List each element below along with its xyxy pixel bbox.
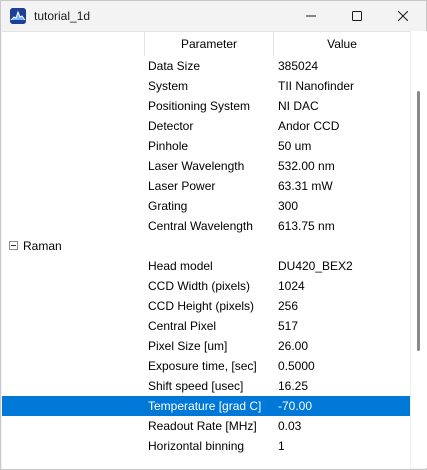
param-value: Andor CCD: [278, 119, 340, 133]
param-value: 0.03: [278, 419, 302, 433]
table-row[interactable]: CCD Height (pixels) 256: [2, 296, 410, 316]
param-name: System: [148, 79, 189, 93]
table-row[interactable]: Laser Wavelength 532.00 nm: [2, 156, 410, 176]
table-row[interactable]: Central Wavelength 613.75 nm: [2, 216, 410, 236]
param-value: 63.31 mW: [278, 179, 333, 193]
table-row[interactable]: Exposure time, [sec] 0.5000: [2, 356, 410, 376]
param-value: 1: [278, 439, 285, 453]
table-row[interactable]: Shift speed [usec] 16.25: [2, 376, 410, 396]
table-row[interactable]: System TII Nanofinder: [2, 76, 410, 96]
param-value: NI DAC: [278, 99, 319, 113]
vertical-scrollbar[interactable]: [410, 31, 427, 468]
param-name: Readout Rate [MHz]: [148, 419, 257, 433]
table-row[interactable]: Positioning System NI DAC: [2, 96, 410, 116]
table-row-selected[interactable]: Temperature [grad C] -70.00: [2, 396, 410, 416]
table-row[interactable]: Horizontal binning 1: [2, 436, 410, 456]
param-value: 532.00 nm: [278, 159, 335, 173]
param-value: TII Nanofinder: [278, 79, 355, 93]
table-row[interactable]: Pixel Size [um] 26.00: [2, 336, 410, 356]
table-row[interactable]: CCD Width (pixels) 1024: [2, 276, 410, 296]
table-row[interactable]: Grating 300: [2, 196, 410, 216]
column-header: Parameter Value: [2, 32, 410, 56]
table-row[interactable]: Head model DU420_BEX2: [2, 256, 410, 276]
param-name: Central Pixel: [148, 319, 217, 333]
param-value: 0.5000: [278, 359, 315, 373]
table-row[interactable]: Central Pixel 517: [2, 316, 410, 336]
title-bar[interactable]: tutorial_1d: [1, 1, 426, 31]
param-name: Central Wavelength: [148, 219, 253, 233]
header-parameter[interactable]: Parameter: [144, 32, 273, 56]
param-value: 385024: [278, 59, 319, 73]
app-logo-icon: [10, 8, 26, 24]
param-name: Shift speed [usec]: [148, 379, 244, 393]
param-name: Data Size: [148, 59, 201, 73]
group-label: Raman: [23, 239, 62, 253]
maximize-icon: [352, 11, 362, 21]
param-value: 256: [278, 299, 299, 313]
param-name: Laser Power: [148, 179, 216, 193]
table-row[interactable]: Laser Power 63.31 mW: [2, 176, 410, 196]
group-row-raman[interactable]: Raman: [2, 236, 410, 256]
property-tree[interactable]: Parameter Value Data Size 385024 System …: [2, 31, 410, 469]
param-name: Pixel Size [um]: [148, 339, 228, 353]
param-value: 300: [278, 199, 299, 213]
table-row[interactable]: Detector Andor CCD: [2, 116, 410, 136]
param-value: 1024: [278, 279, 305, 293]
param-name: CCD Height (pixels): [148, 299, 255, 313]
param-name: Temperature [grad C]: [148, 399, 262, 413]
param-value: 517: [278, 319, 299, 333]
param-name: CCD Width (pixels): [148, 279, 251, 293]
param-name: Pinhole: [148, 139, 189, 153]
param-name: Horizontal binning: [148, 439, 245, 453]
param-name: Laser Wavelength: [148, 159, 245, 173]
close-button[interactable]: [380, 1, 426, 31]
param-name: Head model: [148, 259, 213, 273]
param-value: 26.00: [278, 339, 309, 353]
minimize-icon: [306, 15, 316, 17]
param-name: Grating: [148, 199, 188, 213]
header-value[interactable]: Value: [273, 32, 410, 56]
collapse-icon[interactable]: [9, 241, 18, 250]
param-name: Detector: [148, 119, 194, 133]
table-row[interactable]: Pinhole 50 um: [2, 136, 410, 156]
param-name: Exposure time, [sec]: [148, 359, 257, 373]
param-value: -70.00: [278, 399, 313, 413]
close-icon: [398, 11, 408, 21]
scrollbar-thumb[interactable]: [417, 91, 420, 351]
table-row[interactable]: Readout Rate [MHz] 0.03: [2, 416, 410, 436]
app-window: tutorial_1d Parameter Value Data Size 38…: [0, 0, 427, 470]
param-value: 16.25: [278, 379, 309, 393]
minimize-button[interactable]: [288, 1, 334, 31]
window-title: tutorial_1d: [34, 9, 91, 23]
table-row[interactable]: Data Size 385024: [2, 56, 410, 76]
maximize-button[interactable]: [334, 1, 380, 31]
param-value: 613.75 nm: [278, 219, 335, 233]
param-name: Positioning System: [148, 99, 251, 113]
param-value: DU420_BEX2: [278, 259, 353, 273]
param-value: 50 um: [278, 139, 312, 153]
